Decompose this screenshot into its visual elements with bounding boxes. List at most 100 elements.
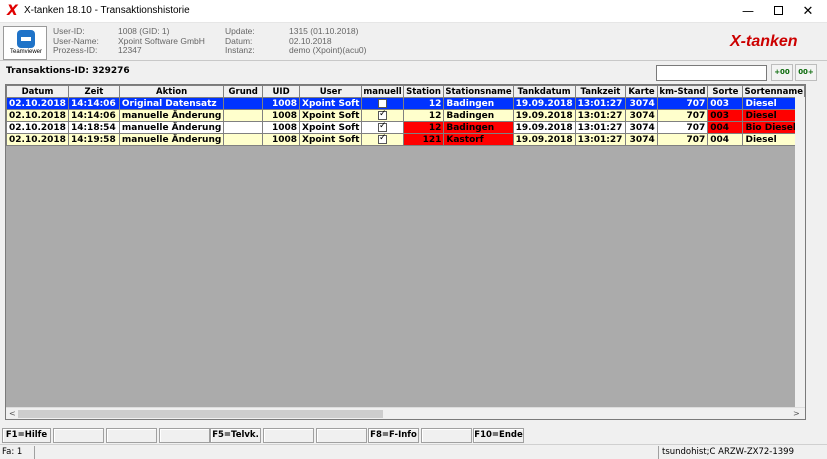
cell-stationsname: Badingen [443,121,514,134]
close-button[interactable]: ✕ [793,0,823,23]
cell-station: 12 [402,109,445,122]
teamviewer-icon [17,30,35,48]
cell-zeit: 14:14:06 [67,109,120,122]
col-manuell[interactable]: manuell [361,85,404,98]
cell-aktion: manuelle Änderung [118,121,225,134]
cell-tankdatum: 19.09.2018 [512,97,576,110]
col-tankzeit[interactable]: Tankzeit [574,85,627,98]
cell-tankdatum: 19.09.2018 [512,133,576,146]
cell-zeit: 14:14:06 [67,97,120,110]
cell-uid: 1008 [262,121,300,134]
info-labels-2: Update: Datum: Instanz: [225,26,255,56]
cell-tankdatum: 19.09.2018 [512,121,576,134]
manuell-checkbox[interactable] [378,134,388,144]
f2-button[interactable] [53,428,104,443]
f9-button[interactable] [421,428,472,443]
status-bar: Fa: 1 tsundohist;C ARZW-ZX72-1399 [0,444,827,459]
table-row[interactable]: 02.10.2018 14:14:06 Original Datensatz 1… [6,97,805,110]
process-id-value: 12347 [118,45,142,55]
transaction-id: Transaktions-ID: 329276 [6,66,130,76]
cell-datum: 02.10.2018 [6,121,69,134]
cell-km-stand: 707 [656,133,709,146]
teamviewer-button[interactable]: Teamviewer [3,26,47,60]
cell-uid: 1008 [262,97,300,110]
cell-manuell [361,109,404,122]
f1-help-button[interactable]: F1=Hilfe [2,428,51,443]
cell-zeit: 14:19:58 [67,133,120,146]
cell-stationsname: Badingen [443,109,514,122]
add-up-button[interactable]: +00 [771,64,793,81]
f7-button[interactable] [316,428,367,443]
table-row[interactable]: 02.10.2018 14:18:54 manuelle Änderung 10… [6,121,805,134]
col-zeit[interactable]: Zeit [67,85,120,98]
status-separator [34,446,35,459]
cell-sorte: 003 [707,109,744,122]
manuell-checkbox[interactable] [378,122,388,132]
cell-stationsname: Badingen [443,97,514,110]
status-program-info: tsundohist;C ARZW-ZX72-1399 [658,446,818,459]
col-grund[interactable]: Grund [223,85,264,98]
brand-logo: X-tanken [730,33,798,50]
scroll-right-icon[interactable]: > [793,409,800,418]
cell-km-stand: 707 [656,97,709,110]
cell-karte: 3074 [625,97,658,110]
horizontal-scrollbar[interactable]: < > [6,407,805,419]
cell-tankzeit: 13:01:27 [574,109,627,122]
cell-user: Xpoint Soft [298,133,363,146]
cell-grund [223,121,264,134]
table-row[interactable]: 02.10.2018 14:19:58 manuelle Änderung 10… [6,133,805,146]
f6-button[interactable] [263,428,314,443]
col-sorte[interactable]: Sorte [707,85,744,98]
cell-aktion: Original Datensatz [118,97,225,110]
scroll-left-icon[interactable]: < [9,409,16,418]
col-datum[interactable]: Datum [6,85,69,98]
search-input[interactable] [656,65,767,81]
vertical-scrollbar[interactable] [795,97,805,407]
f8-info-button[interactable]: F8=F-Info [368,428,419,443]
cell-grund [223,133,264,146]
cell-sorte: 003 [707,97,744,110]
info-values-1: 1008 (GID: 1) Xpoint Software GmbH 12347 [118,26,205,56]
col-stationsname[interactable]: Stationsname [443,85,514,98]
col-karte[interactable]: Karte [625,85,658,98]
function-key-bar: F1=Hilfe F5=Telvk. F8=F-Info F10=Ende [0,428,827,443]
transaction-grid: Datum Zeit Aktion Grund UID User manuell… [5,84,806,420]
header-row: Datum Zeit Aktion Grund UID User manuell… [6,85,805,98]
col-tankdatum[interactable]: Tankdatum [512,85,576,98]
cell-grund [223,109,264,122]
cell-uid: 1008 [262,109,300,122]
manuell-checkbox[interactable] [378,110,388,120]
instanz-value: demo (Xpoint)(acu0) [289,45,367,55]
f10-exit-button[interactable]: F10=Ende [473,428,524,443]
col-sortenname[interactable]: Sortenname [742,85,805,98]
col-uid[interactable]: UID [262,85,300,98]
maximize-icon [773,6,783,15]
cell-datum: 02.10.2018 [6,133,69,146]
minimize-button[interactable]: — [733,0,763,23]
info-header: Teamviewer User-ID: User-Name: Prozess-I… [0,23,827,61]
col-aktion[interactable]: Aktion [118,85,225,98]
f5-telvk-button[interactable]: F5=Telvk. [210,428,261,443]
f3-button[interactable] [106,428,157,443]
cell-user: Xpoint Soft [298,97,363,110]
col-user[interactable]: User [298,85,363,98]
f4-button[interactable] [159,428,210,443]
scroll-thumb[interactable] [18,410,383,418]
cell-aktion: manuelle Änderung [118,133,225,146]
col-km-stand[interactable]: km-Stand [656,85,709,98]
cell-station: 12 [402,97,445,110]
window-title: X-tanken 18.10 - Transaktionshistorie [24,5,190,16]
cell-sorte: 004 [707,133,744,146]
cell-zeit: 14:18:54 [67,121,120,134]
manuell-checkbox[interactable] [378,98,388,108]
cell-station: 121 [402,133,445,146]
instanz-label: Instanz: [225,45,255,55]
minimize-icon: — [742,4,754,18]
status-firma: Fa: 1 [2,447,23,457]
col-station[interactable]: Station [402,85,445,98]
cell-station: 12 [402,121,445,134]
add-down-button[interactable]: 00+ [795,64,817,81]
table-row[interactable]: 02.10.2018 14:14:06 manuelle Änderung 10… [6,109,805,122]
maximize-button[interactable] [763,0,793,23]
cell-km-stand: 707 [656,109,709,122]
